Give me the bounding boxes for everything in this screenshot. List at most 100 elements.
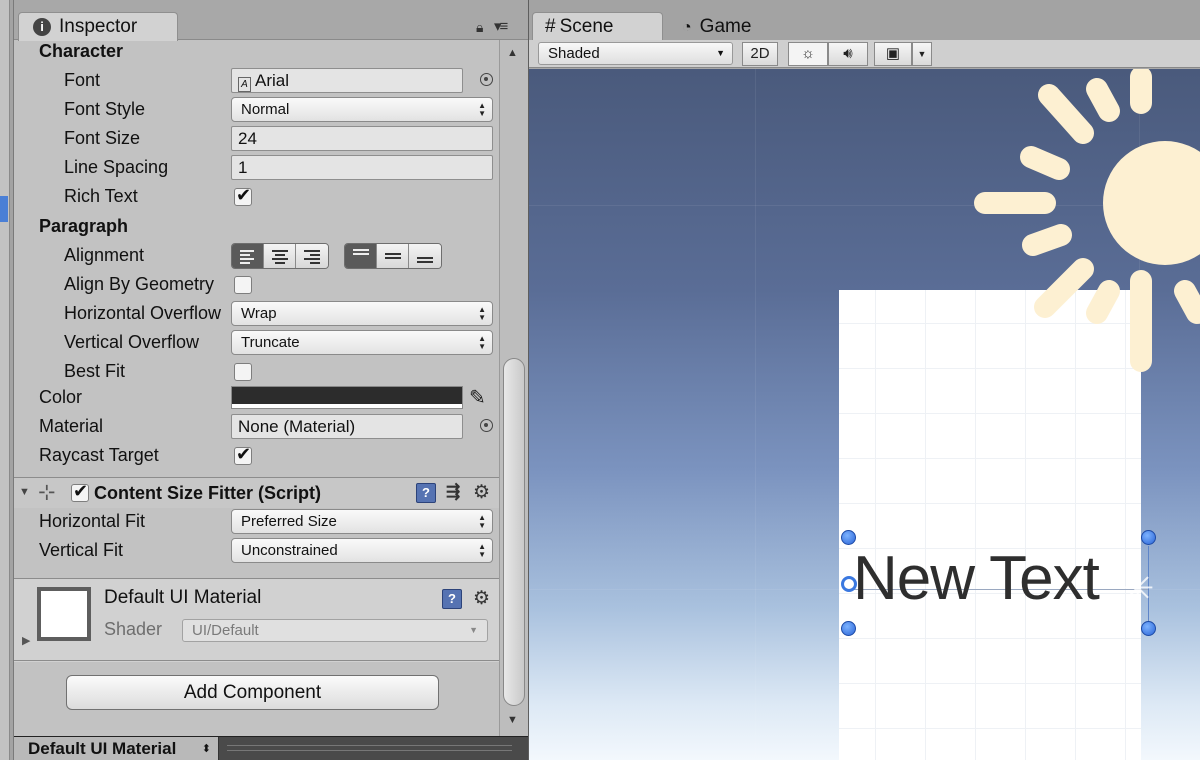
target-icon[interactable] (480, 419, 493, 432)
font-style-value: Normal (241, 101, 290, 118)
grid-line (755, 69, 756, 760)
tab-inspector[interactable]: i Inspector (18, 12, 178, 41)
align-left-button[interactable] (232, 244, 264, 268)
rect-handle-bottom-left[interactable] (841, 621, 856, 636)
image-icon: ▣ (885, 45, 901, 62)
target-icon[interactable] (480, 73, 493, 86)
rect-handle-top-right[interactable] (1141, 530, 1156, 545)
hierarchy-selection[interactable] (0, 196, 8, 222)
pivot-handle[interactable] (841, 576, 857, 592)
inspector-scrollbar[interactable]: ▲ ▼ (499, 40, 529, 740)
sun-icon (974, 69, 1200, 372)
font-style-label: Font Style (64, 99, 146, 119)
effects-dropdown[interactable]: ▼ (912, 42, 932, 66)
align-center-button[interactable] (264, 244, 296, 268)
lighting-toggle[interactable]: ☼ (788, 42, 828, 66)
align-by-geometry-checkbox[interactable] (234, 276, 252, 294)
gear-icon[interactable]: ⚙ (473, 481, 490, 504)
color-row: Color ✎ (14, 383, 499, 412)
rich-text-checkbox[interactable] (234, 185, 252, 206)
dropdown-arrows-icon: ▲ ▼ (478, 513, 486, 530)
dropdown-arrows-icon: ▲ ▼ (478, 542, 486, 559)
mode-2d-button[interactable]: 2D (742, 42, 778, 66)
inspector-tab-bar: i Inspector 🔒︎ ▾≡ (14, 0, 529, 41)
presets-icon[interactable]: ⇶ (446, 482, 460, 502)
content-size-fitter-header[interactable]: ▼ ⊹ Content Size Fitter (Script) ? ⇶ ⚙ (14, 477, 499, 508)
lock-icon[interactable]: 🔒︎ (476, 19, 483, 36)
audio-toggle[interactable]: 🔊︎ (828, 42, 868, 66)
horizontal-fit-row: Horizontal Fit Preferred Size ▲ ▼ (14, 507, 499, 536)
vertical-overflow-dropdown[interactable]: Truncate ▲ ▼ (231, 330, 493, 355)
vertical-fit-row: Vertical Fit Unconstrained ▲ ▼ (14, 536, 499, 565)
align-middle-button[interactable] (377, 244, 409, 268)
content-size-fitter-enable-checkbox[interactable] (71, 481, 89, 502)
preview-bar: Default UI Material ⬍ (14, 736, 529, 760)
tab-inspector-label: Inspector (59, 16, 138, 37)
best-fit-row: Best Fit (14, 357, 499, 386)
preview-name-dropdown[interactable]: Default UI Material ⬍ (14, 737, 219, 760)
line-spacing-field[interactable]: 1 (231, 155, 493, 180)
menu-icon[interactable]: ▾≡ (494, 17, 508, 35)
alignment-label: Alignment (64, 245, 145, 265)
alignment-row: Alignment (14, 241, 499, 270)
inspector-panel: i Inspector 🔒︎ ▾≡ Character Font A Arial F… (13, 0, 529, 760)
foldout-arrow-icon[interactable]: ▼ (19, 486, 30, 498)
material-field[interactable]: None (Material) (231, 414, 463, 439)
preview-resize-grip[interactable] (227, 745, 512, 751)
pacman-icon: ◔ (682, 19, 692, 36)
horizontal-fit-dropdown[interactable]: Preferred Size ▲ ▼ (231, 509, 493, 534)
color-label: Color (39, 387, 83, 407)
scroll-up-icon[interactable]: ▲ (507, 47, 518, 59)
tab-scene[interactable]: # Scene (532, 12, 663, 41)
paragraph-row: Paragraph (14, 212, 499, 241)
font-field[interactable]: A Arial (231, 68, 463, 93)
font-value: Arial (255, 71, 290, 90)
content-size-fitter-title: Content Size Fitter (Script) (94, 483, 322, 503)
line-spacing-row: Line Spacing 1 (14, 153, 499, 182)
horizontal-overflow-dropdown[interactable]: Wrap ▲ ▼ (231, 301, 493, 326)
vertical-alignment-group (344, 243, 442, 269)
audio-icon: 🔊︎ (843, 45, 853, 62)
raycast-target-label: Raycast Target (39, 445, 159, 465)
hierarchy-strip (0, 0, 10, 760)
dropdown-arrows-icon: ▲ ▼ (478, 101, 486, 118)
font-asset-icon: A (238, 77, 251, 92)
vertical-fit-value: Unconstrained (241, 542, 338, 559)
add-component-button[interactable]: Add Component (66, 675, 439, 710)
effects-toggle[interactable]: ▣ (874, 42, 912, 66)
vertical-fit-dropdown[interactable]: Unconstrained ▲ ▼ (231, 538, 493, 563)
align-bottom-button[interactable] (409, 244, 441, 268)
align-top-button[interactable] (345, 244, 377, 268)
font-size-row: Font Size 24 (14, 124, 499, 153)
scene-panel: # Scene ◔ Game Shaded ▼ 2D ☼ 🔊︎ ▣ ▼ New … (528, 0, 1200, 760)
rect-handle-bottom-right[interactable] (1141, 621, 1156, 636)
shader-value: UI/Default (192, 622, 259, 639)
chevron-down-icon: ▼ (469, 625, 478, 635)
material-label: Material (39, 416, 104, 436)
shading-mode-dropdown[interactable]: Shaded ▼ (538, 42, 733, 65)
foldout-arrow-icon[interactable]: ▶ (22, 634, 30, 647)
color-swatch[interactable] (231, 386, 463, 409)
scroll-down-icon[interactable]: ▼ (507, 714, 518, 726)
shader-dropdown[interactable]: UI/Default ▼ (182, 619, 488, 642)
rect-handle-top-left[interactable] (841, 530, 856, 545)
eyedropper-icon[interactable]: ✎ (469, 385, 486, 410)
new-text-object[interactable]: New Text (853, 543, 1100, 615)
help-icon[interactable]: ? (442, 589, 462, 609)
help-icon[interactable]: ? (416, 483, 436, 503)
scene-view[interactable]: New Text ✳ (529, 69, 1200, 760)
horizontal-fit-label: Horizontal Fit (39, 511, 146, 531)
scene-toolbar: Shaded ▼ 2D ☼ 🔊︎ ▣ ▼ (529, 40, 1200, 68)
tab-game[interactable]: ◔ Game (669, 12, 789, 41)
scrollbar-thumb[interactable] (503, 358, 525, 706)
vertical-overflow-label: Vertical Overflow (64, 332, 200, 352)
gear-icon[interactable]: ⚙ (473, 587, 490, 610)
anchor-icon[interactable]: ✳ (1121, 569, 1155, 609)
horizontal-overflow-row: Horizontal Overflow Wrap ▲ ▼ (14, 299, 499, 328)
align-right-button[interactable] (296, 244, 328, 268)
best-fit-checkbox[interactable] (234, 363, 252, 381)
font-size-field[interactable]: 24 (231, 126, 493, 151)
font-style-dropdown[interactable]: Normal ▲ ▼ (231, 97, 493, 122)
rich-text-row: Rich Text (14, 182, 499, 211)
raycast-target-checkbox[interactable] (234, 444, 252, 465)
